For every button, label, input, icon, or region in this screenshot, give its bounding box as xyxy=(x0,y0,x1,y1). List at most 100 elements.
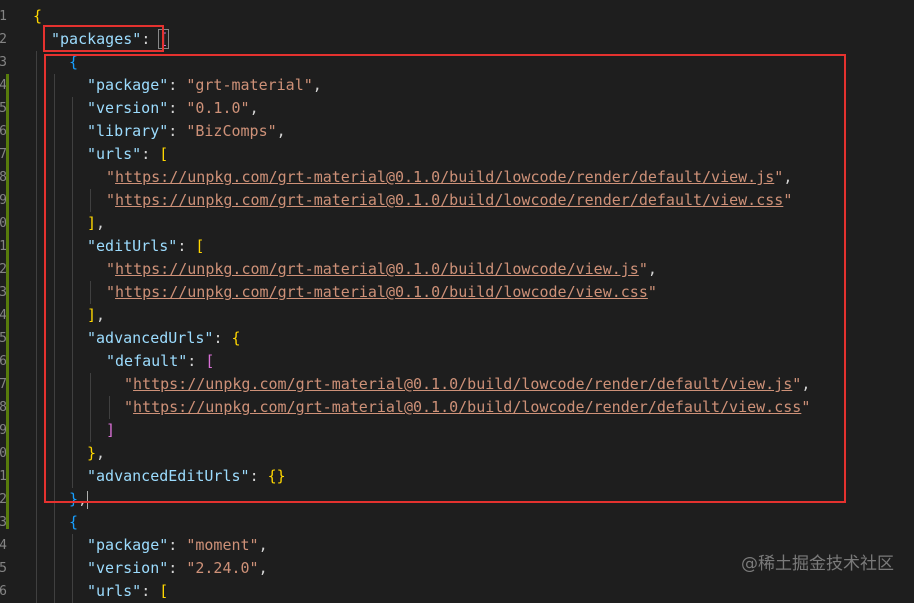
code-token: , xyxy=(96,306,106,324)
code-token: " xyxy=(774,168,784,186)
code-token: , xyxy=(96,214,106,232)
code-line[interactable]: { xyxy=(69,51,78,74)
git-added-indicator xyxy=(6,74,9,529)
code-token: "library" xyxy=(87,122,169,140)
code-token: "BizComps" xyxy=(186,122,277,140)
code-token: : xyxy=(141,30,160,48)
indent-guide xyxy=(90,281,91,304)
code-token: } xyxy=(87,444,97,462)
code-line[interactable]: "https://unpkg.com/grt-material@0.1.0/bu… xyxy=(106,258,657,281)
code-token: "package" xyxy=(87,536,169,554)
line-number: 4 xyxy=(0,538,7,553)
code-line[interactable]: "packages": [ xyxy=(51,28,170,51)
code-token: : xyxy=(168,76,187,94)
line-number: 1 xyxy=(0,9,7,24)
indent-guide xyxy=(54,74,55,603)
code-token: , xyxy=(258,536,268,554)
code-token: [ xyxy=(159,145,169,163)
code-line[interactable]: "https://unpkg.com/grt-material@0.1.0/bu… xyxy=(106,189,792,212)
code-token: , xyxy=(801,375,811,393)
code-line[interactable]: }, xyxy=(69,488,87,511)
code-line[interactable]: ], xyxy=(87,212,105,235)
code-line[interactable]: "https://unpkg.com/grt-material@0.1.0/bu… xyxy=(124,373,810,396)
code-token: " xyxy=(106,168,116,186)
code-line[interactable]: "editUrls": [ xyxy=(87,235,204,258)
code-token: "version" xyxy=(87,559,169,577)
code-token: { xyxy=(69,513,79,531)
text-cursor xyxy=(87,491,88,509)
code-line[interactable]: "package": "grt-material", xyxy=(87,74,322,97)
code-token: https://unpkg.com/grt-material@0.1.0/bui… xyxy=(115,191,784,209)
code-line[interactable]: "default": [ xyxy=(106,350,214,373)
line-number: 3 xyxy=(0,55,7,70)
code-line[interactable]: ] xyxy=(106,419,115,442)
code-token: "moment" xyxy=(186,536,259,554)
code-line[interactable]: "version": "2.24.0", xyxy=(87,557,268,580)
code-line[interactable]: "https://unpkg.com/grt-material@0.1.0/bu… xyxy=(106,281,657,304)
code-token: "urls" xyxy=(87,145,142,163)
code-token: , xyxy=(783,168,793,186)
code-line[interactable]: }, xyxy=(87,442,105,465)
line-number: 2 xyxy=(0,32,7,47)
code-token: , xyxy=(249,99,259,117)
code-line[interactable]: "package": "moment", xyxy=(87,534,268,557)
code-token: "advancedUrls" xyxy=(87,329,214,347)
code-token: ] xyxy=(87,214,97,232)
code-token: "default" xyxy=(106,352,188,370)
code-token: " xyxy=(792,375,802,393)
code-token: " xyxy=(801,398,811,416)
indent-guide xyxy=(90,373,91,442)
code-line[interactable]: "library": "BizComps", xyxy=(87,120,286,143)
code-token: { xyxy=(33,7,43,25)
code-line[interactable]: "advancedUrls": { xyxy=(87,327,241,350)
code-token: : xyxy=(168,122,187,140)
code-line[interactable]: { xyxy=(33,5,42,28)
code-token: , xyxy=(96,444,106,462)
code-token: ] xyxy=(87,306,97,324)
code-token: { xyxy=(69,53,79,71)
code-token: " xyxy=(647,283,657,301)
code-token: [ xyxy=(159,582,169,600)
code-token: , xyxy=(276,122,286,140)
code-token: https://unpkg.com/grt-material@0.1.0/bui… xyxy=(133,375,793,393)
code-token: " xyxy=(124,375,134,393)
code-token: [ xyxy=(205,352,215,370)
code-token: " xyxy=(106,191,116,209)
code-token: } xyxy=(69,490,79,508)
code-line[interactable]: "version": "0.1.0", xyxy=(87,97,259,120)
code-line[interactable]: "https://unpkg.com/grt-material@0.1.0/bu… xyxy=(106,166,792,189)
code-line[interactable]: { xyxy=(69,511,78,534)
code-token: , xyxy=(647,260,657,278)
code-token: : xyxy=(168,536,187,554)
indent-guide xyxy=(36,51,37,603)
code-token: https://unpkg.com/grt-material@0.1.0/bui… xyxy=(115,260,639,278)
watermark: @稀土掘金技术社区 xyxy=(741,554,894,574)
code-token: "version" xyxy=(87,99,169,117)
code-token: , xyxy=(78,490,88,508)
code-token: "package" xyxy=(87,76,169,94)
code-token: : xyxy=(177,237,196,255)
code-token: https://unpkg.com/grt-material@0.1.0/bui… xyxy=(133,398,802,416)
code-line[interactable]: "advancedEditUrls": {} xyxy=(87,465,286,488)
code-token: https://unpkg.com/grt-material@0.1.0/bui… xyxy=(115,168,775,186)
code-token: "editUrls" xyxy=(87,237,178,255)
code-token: " xyxy=(783,191,793,209)
code-line[interactable]: "https://unpkg.com/grt-material@0.1.0/bu… xyxy=(124,396,810,419)
code-token: ] xyxy=(106,421,116,439)
code-token: { xyxy=(231,329,241,347)
code-token: " xyxy=(638,260,648,278)
code-line[interactable]: ], xyxy=(87,304,105,327)
code-token: "urls" xyxy=(87,582,142,600)
code-token: : xyxy=(187,352,206,370)
code-line[interactable]: "urls": [ xyxy=(87,143,168,166)
code-token: "0.1.0" xyxy=(186,99,250,117)
code-token: : xyxy=(168,559,187,577)
code-token: "advancedEditUrls" xyxy=(87,467,250,485)
code-token: , xyxy=(258,559,268,577)
code-token: : xyxy=(141,582,160,600)
line-number-gutter: 12345678901234567890123456 xyxy=(0,0,10,599)
code-token: [ xyxy=(195,237,205,255)
indent-guide xyxy=(109,396,110,419)
code-token: https://unpkg.com/grt-material@0.1.0/bui… xyxy=(115,283,648,301)
code-token: : xyxy=(141,145,160,163)
